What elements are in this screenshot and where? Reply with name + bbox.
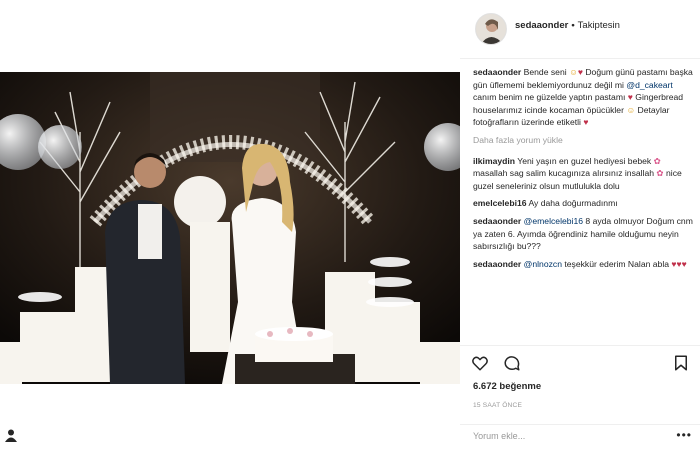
caption-text-1: Bende seni: [523, 67, 567, 77]
heart-emoji-icon: ♥: [577, 67, 583, 77]
heart-emoji-icon: ♥♥♥: [671, 258, 687, 269]
post-photo[interactable]: [0, 72, 460, 384]
comment-input[interactable]: Yorum ekle...: [473, 431, 525, 441]
author-username[interactable]: sedaaonder: [515, 20, 568, 31]
comment-text: Ay daha doğurmadınmı: [528, 198, 618, 209]
bookmark-icon[interactable]: [672, 354, 690, 372]
flower-emoji-icon: ✿: [656, 168, 664, 179]
comment-item: sedaaonder @emelcelebi16 8 ayda olmuyor …: [473, 215, 693, 253]
header-separator: •: [571, 20, 575, 31]
caption-mention[interactable]: @d_cakeart: [626, 80, 672, 90]
comments-list: sedaaonder Bende seni ☺♥ Doğum günü past…: [473, 66, 693, 344]
comment-text: teşekkür ederim: [564, 258, 626, 269]
more-options-icon[interactable]: •••: [676, 428, 692, 442]
post-header: sedaaonder • Takiptesin: [460, 0, 700, 59]
smile-emoji-icon: ☺: [569, 67, 578, 77]
comment-mention[interactable]: @emelcelebi16: [524, 216, 583, 226]
comment-username[interactable]: emelcelebi16: [473, 198, 527, 208]
comment-username[interactable]: sedaaonder: [473, 259, 521, 269]
heart-icon[interactable]: [471, 354, 489, 372]
load-more-comments[interactable]: Daha fazla yorum yükle: [473, 134, 693, 147]
caption: sedaaonder Bende seni ☺♥ Doğum günü past…: [473, 66, 693, 129]
post-sidebar: sedaaonder • Takiptesin sedaaonder Bende s…: [460, 0, 700, 448]
comment-text: masallah sag salim kucagınıza alırsınız …: [473, 168, 655, 179]
avatar-image: [476, 14, 506, 44]
comment-item: sedaaonder @nlnozcn teşekkür ederim Nala…: [473, 258, 693, 271]
comment-input-area: Yorum ekle... •••: [460, 424, 700, 449]
comment-item: ilkimaydin Yeni yaşın en guzel hediyesi …: [473, 155, 693, 193]
birthday-photo-illustration: [0, 72, 460, 384]
page-top-area: [0, 0, 460, 72]
person-icon: [5, 429, 17, 442]
comment-icon[interactable]: [503, 354, 521, 372]
post-timestamp[interactable]: 15 SAAT ÖNCE: [473, 402, 522, 409]
comment-mention[interactable]: @nlnozcn: [524, 259, 562, 269]
comment-username[interactable]: sedaaonder: [473, 216, 521, 226]
comment-text: Yeni yaşın en guzel hediyesi bebek: [517, 155, 652, 166]
avatar[interactable]: [475, 13, 507, 45]
like-count[interactable]: 6.672 beğenme: [473, 381, 541, 392]
page-bottom-area: [0, 384, 460, 448]
comment-username[interactable]: ilkimaydin: [473, 156, 515, 166]
follow-status[interactable]: Takiptesin: [578, 20, 620, 31]
comment-item: emelcelebi16 Ay daha doğurmadınmı: [473, 197, 693, 210]
post-actions: 6.672 beğenme 15 SAAT ÖNCE: [460, 345, 700, 436]
comment-text: Nalan abla: [627, 258, 670, 269]
flower-emoji-icon: ✿: [653, 155, 661, 166]
caption-username[interactable]: sedaaonder: [473, 67, 521, 77]
caption-text-3: canım benim ne güzelde yaptın pastamı: [473, 92, 626, 103]
heart-emoji-icon: ♥: [583, 117, 589, 128]
post-author: sedaaonder • Takiptesin: [515, 20, 620, 31]
heart-emoji-icon: ♥: [627, 92, 633, 103]
kiss-emoji-icon: ☺: [626, 104, 636, 115]
